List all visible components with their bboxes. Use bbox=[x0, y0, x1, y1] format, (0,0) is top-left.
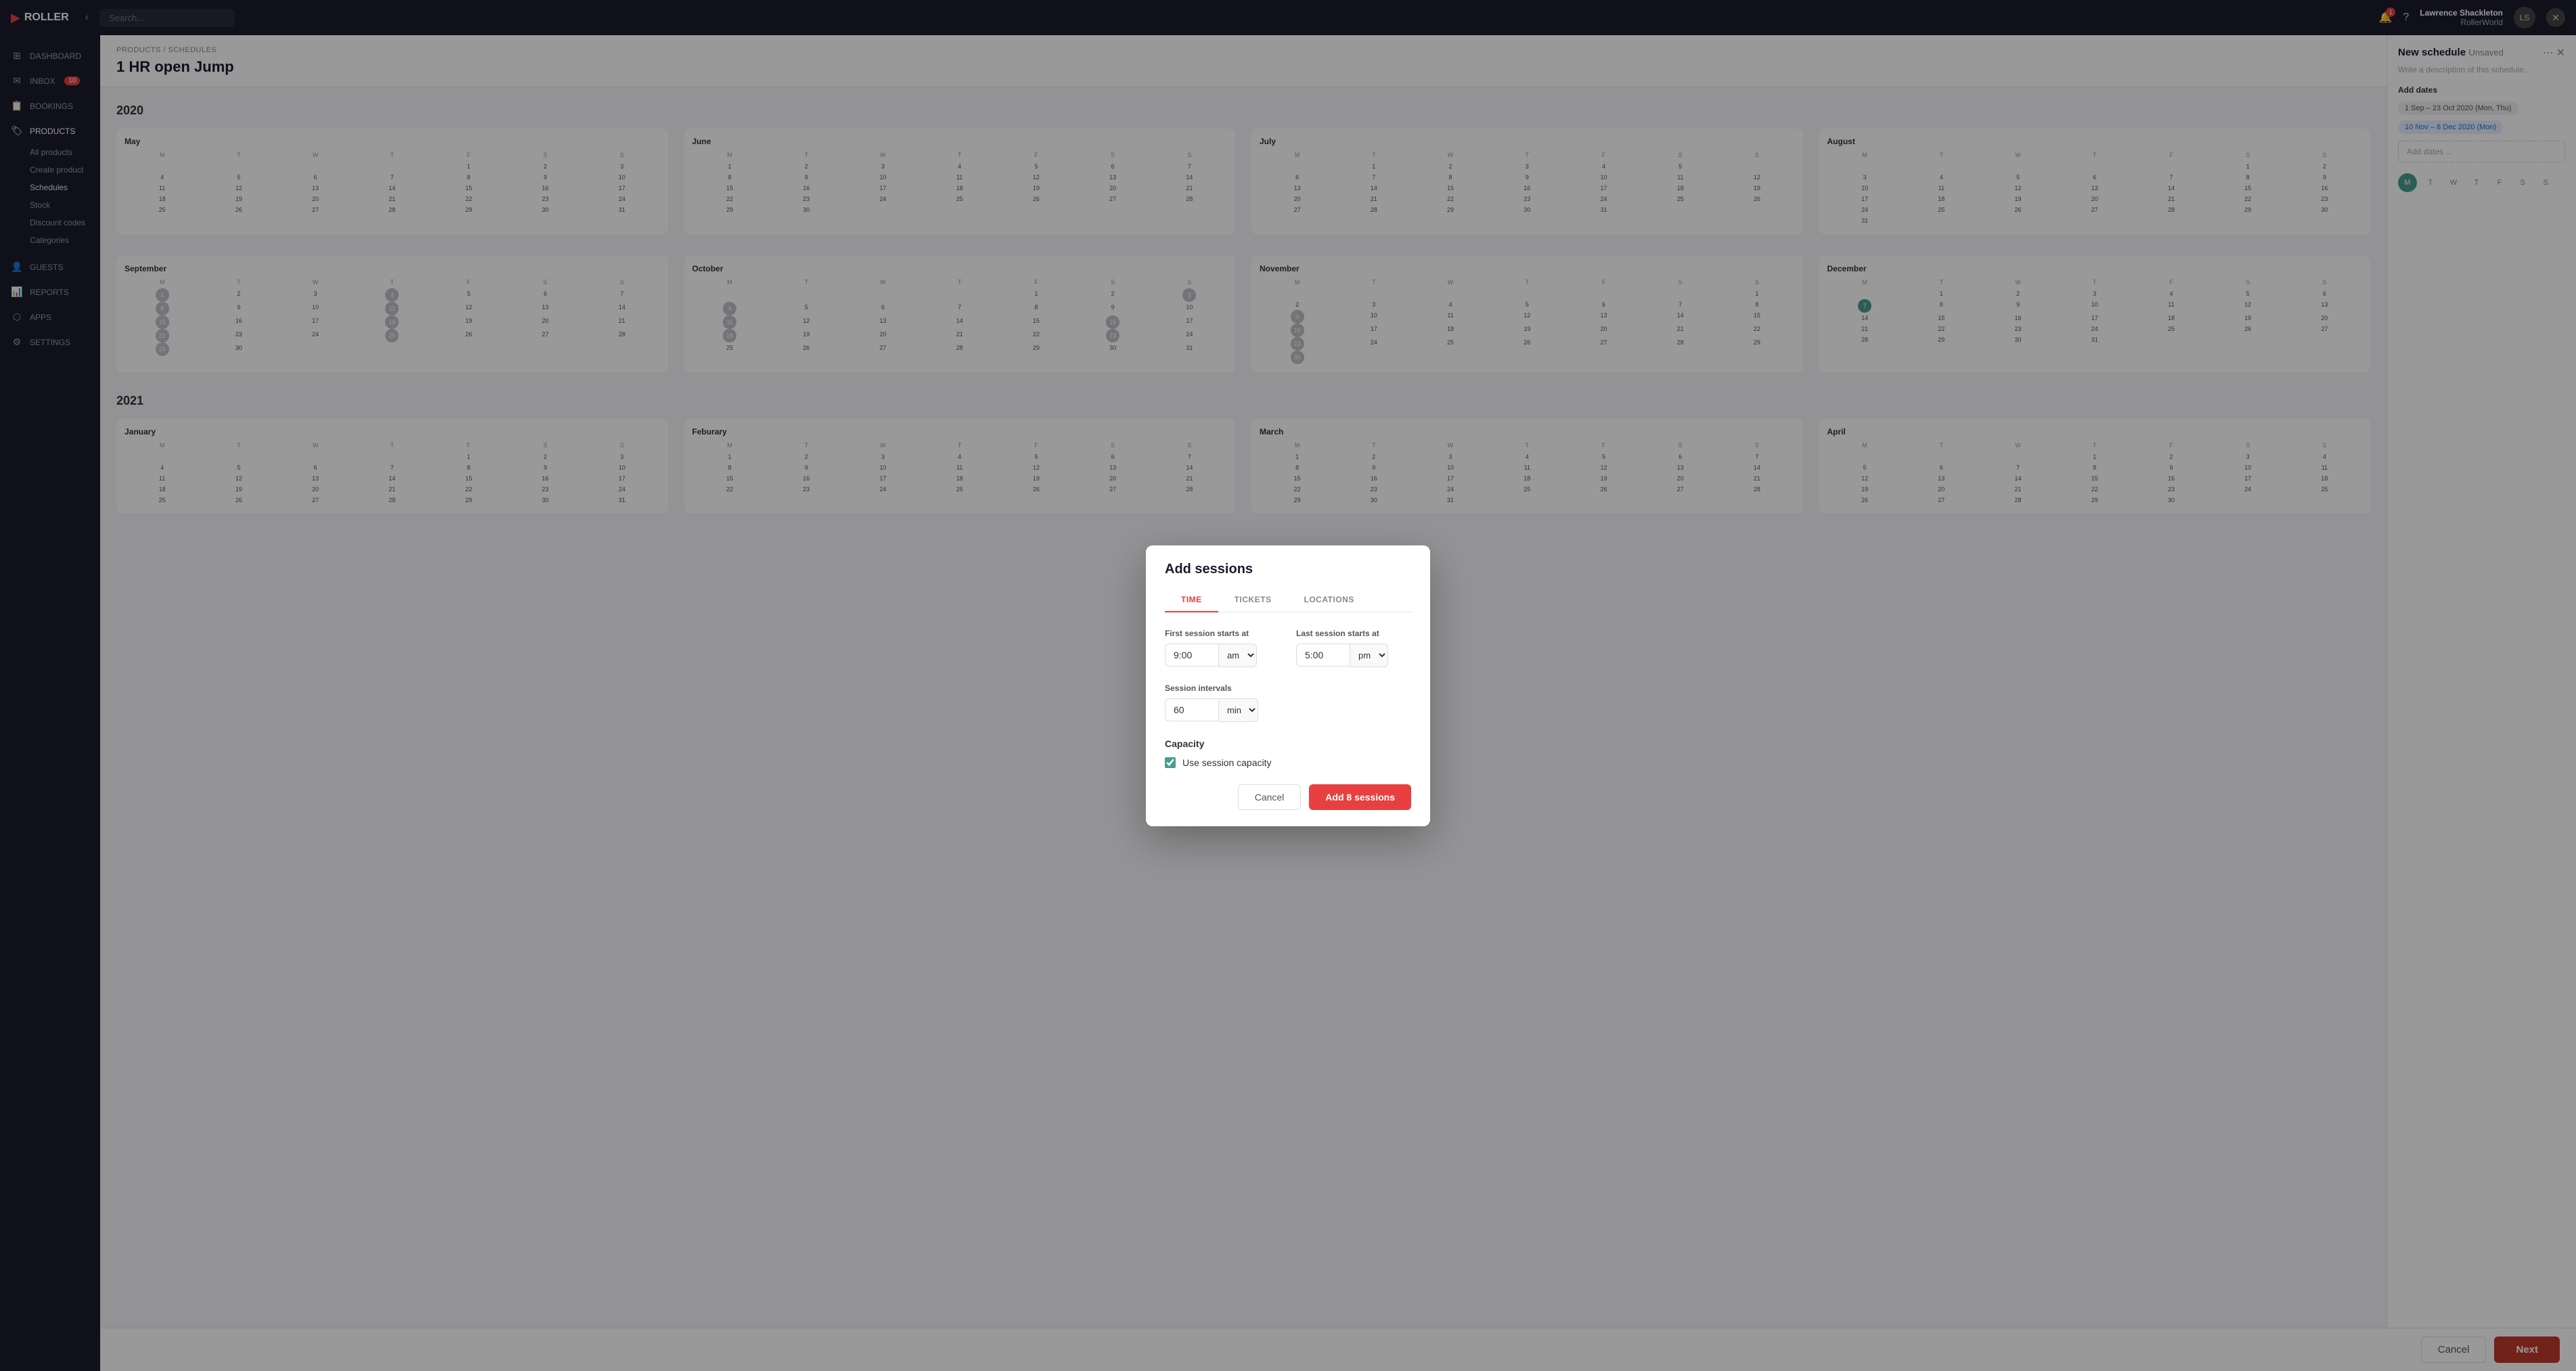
first-session-input-row: am pm bbox=[1165, 644, 1280, 667]
modal-header: Add sessions TIME TICKETS LOCATIONS bbox=[1146, 545, 1430, 612]
capacity-checkbox-row: Use session capacity bbox=[1165, 757, 1411, 768]
interval-unit-select[interactable]: min hr bbox=[1219, 698, 1258, 722]
modal-tab-locations[interactable]: LOCATIONS bbox=[1288, 588, 1371, 612]
modal-title: Add sessions bbox=[1165, 562, 1411, 577]
modal-tab-tickets[interactable]: TICKETS bbox=[1218, 588, 1288, 612]
interval-input-row: min hr bbox=[1165, 698, 1411, 722]
last-session-time-input[interactable] bbox=[1296, 644, 1350, 667]
add-sessions-button[interactable]: Add 8 sessions bbox=[1309, 784, 1411, 810]
modal-tabs: TIME TICKETS LOCATIONS bbox=[1165, 588, 1411, 612]
modal-cancel-button[interactable]: Cancel bbox=[1238, 784, 1302, 810]
last-session-group: Last session starts at am pm bbox=[1296, 629, 1411, 667]
first-session-label: First session starts at bbox=[1165, 629, 1280, 638]
session-capacity-label[interactable]: Use session capacity bbox=[1182, 757, 1272, 768]
modal-tab-time[interactable]: TIME bbox=[1165, 588, 1218, 612]
modal-overlay: Add sessions TIME TICKETS LOCATIONS Firs… bbox=[0, 0, 2576, 1371]
first-session-time-input[interactable] bbox=[1165, 644, 1219, 667]
session-time-row: First session starts at am pm Last sessi… bbox=[1165, 629, 1411, 667]
session-interval-label: Session intervals bbox=[1165, 683, 1411, 693]
interval-value-input[interactable] bbox=[1165, 698, 1219, 721]
first-session-group: First session starts at am pm bbox=[1165, 629, 1280, 667]
modal-footer: Cancel Add 8 sessions bbox=[1146, 784, 1430, 826]
first-session-period-select[interactable]: am pm bbox=[1219, 644, 1257, 667]
capacity-section: Capacity Use session capacity bbox=[1165, 738, 1411, 768]
modal-body: First session starts at am pm Last sessi… bbox=[1146, 612, 1430, 784]
add-sessions-modal: Add sessions TIME TICKETS LOCATIONS Firs… bbox=[1146, 545, 1430, 826]
session-capacity-checkbox[interactable] bbox=[1165, 757, 1176, 768]
last-session-input-row: am pm bbox=[1296, 644, 1411, 667]
capacity-label: Capacity bbox=[1165, 738, 1411, 749]
session-interval-group: Session intervals min hr bbox=[1165, 683, 1411, 722]
last-session-period-select[interactable]: am pm bbox=[1350, 644, 1388, 667]
last-session-label: Last session starts at bbox=[1296, 629, 1411, 638]
